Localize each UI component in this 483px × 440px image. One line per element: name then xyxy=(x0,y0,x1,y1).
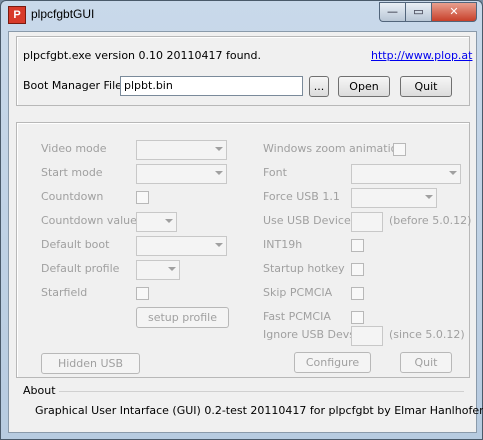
fast-pcmcia-label: Fast PCMCIA xyxy=(263,310,331,323)
client-area: plpcfgbt.exe version 0.10 20110417 found… xyxy=(8,31,483,433)
title-bar[interactable]: P plpcfgbtGUI — ▭ ✕ xyxy=(1,1,482,27)
starfield-checkbox[interactable] xyxy=(136,287,149,300)
force-usb-select[interactable] xyxy=(351,188,437,208)
settings-quit-button[interactable]: Quit xyxy=(400,352,452,373)
setup-profile-button[interactable]: setup profile xyxy=(136,307,229,328)
maximize-button[interactable]: ▭ xyxy=(405,2,432,22)
ignore-usb-devs-label: Ignore USB Devs xyxy=(263,328,356,341)
header-quit-button[interactable]: Quit xyxy=(400,76,452,97)
video-mode-label: Video mode xyxy=(41,142,107,155)
default-profile-label: Default profile xyxy=(41,262,120,275)
start-mode-label: Start mode xyxy=(41,166,103,179)
since-version-note: (since 5.0.12) xyxy=(389,328,465,341)
chevron-down-icon xyxy=(425,195,433,199)
chevron-down-icon xyxy=(215,171,223,175)
boot-manager-file-input[interactable]: plpbt.bin xyxy=(120,76,303,96)
hidden-usb-button[interactable]: Hidden USB xyxy=(41,353,140,374)
app-logo-icon: P xyxy=(8,6,26,24)
force-usb-label: Force USB 1.1 xyxy=(263,190,340,203)
chevron-down-icon xyxy=(168,267,176,271)
chevron-down-icon xyxy=(449,171,457,175)
int19h-checkbox[interactable] xyxy=(351,239,364,252)
font-select[interactable] xyxy=(351,164,461,184)
minimize-button[interactable]: — xyxy=(379,2,406,22)
startup-hotkey-checkbox[interactable] xyxy=(351,263,364,276)
open-button[interactable]: Open xyxy=(338,76,390,97)
default-profile-select[interactable] xyxy=(136,260,180,280)
countdown-value-select[interactable] xyxy=(136,212,177,232)
configure-button[interactable]: Configure xyxy=(294,352,371,373)
starfield-label: Starfield xyxy=(41,286,88,299)
about-heading: About xyxy=(23,384,56,397)
window-title: plpcfgbtGUI xyxy=(31,7,95,21)
browse-button[interactable]: ... xyxy=(309,76,329,97)
countdown-value-label: Countdown value xyxy=(41,214,137,227)
about-divider xyxy=(59,391,464,392)
int19h-label: INT19h xyxy=(263,238,303,251)
video-mode-select[interactable] xyxy=(136,140,227,160)
boot-manager-panel: plpcfgbt.exe version 0.10 20110417 found… xyxy=(16,36,472,106)
default-boot-select[interactable] xyxy=(136,236,227,256)
chevron-down-icon xyxy=(165,219,173,223)
windows-zoom-checkbox[interactable] xyxy=(393,143,406,156)
startup-hotkey-label: Startup hotkey xyxy=(263,262,345,275)
ignore-usb-devs-input[interactable] xyxy=(351,326,383,346)
skip-pcmcia-checkbox[interactable] xyxy=(351,287,364,300)
boot-manager-label: Boot Manager File xyxy=(23,79,122,92)
about-text: Graphical User Intarface (GUI) 0.2-test … xyxy=(35,404,483,417)
close-button[interactable]: ✕ xyxy=(431,2,477,22)
settings-panel: Video mode Start mode Countdown Countdow… xyxy=(16,122,472,378)
chevron-down-icon xyxy=(215,147,223,151)
chevron-down-icon xyxy=(215,243,223,247)
use-usb-device-input[interactable] xyxy=(351,212,383,232)
countdown-checkbox[interactable] xyxy=(136,191,149,204)
font-label: Font xyxy=(263,166,287,179)
use-usb-device-label: Use USB Device xyxy=(263,214,351,227)
default-boot-label: Default boot xyxy=(41,238,110,251)
plop-website-link[interactable]: http://www.plop.at xyxy=(371,49,472,62)
skip-pcmcia-label: Skip PCMCIA xyxy=(263,286,333,299)
app-window: P plpcfgbtGUI — ▭ ✕ plpcfgbt.exe version… xyxy=(0,0,483,440)
before-version-note: (before 5.0.12) xyxy=(389,214,472,227)
countdown-label: Countdown xyxy=(41,190,104,203)
start-mode-select[interactable] xyxy=(136,164,227,184)
windows-zoom-label: Windows zoom animation xyxy=(263,142,405,155)
found-status-text: plpcfgbt.exe version 0.10 20110417 found… xyxy=(23,49,262,62)
fast-pcmcia-checkbox[interactable] xyxy=(351,311,364,324)
